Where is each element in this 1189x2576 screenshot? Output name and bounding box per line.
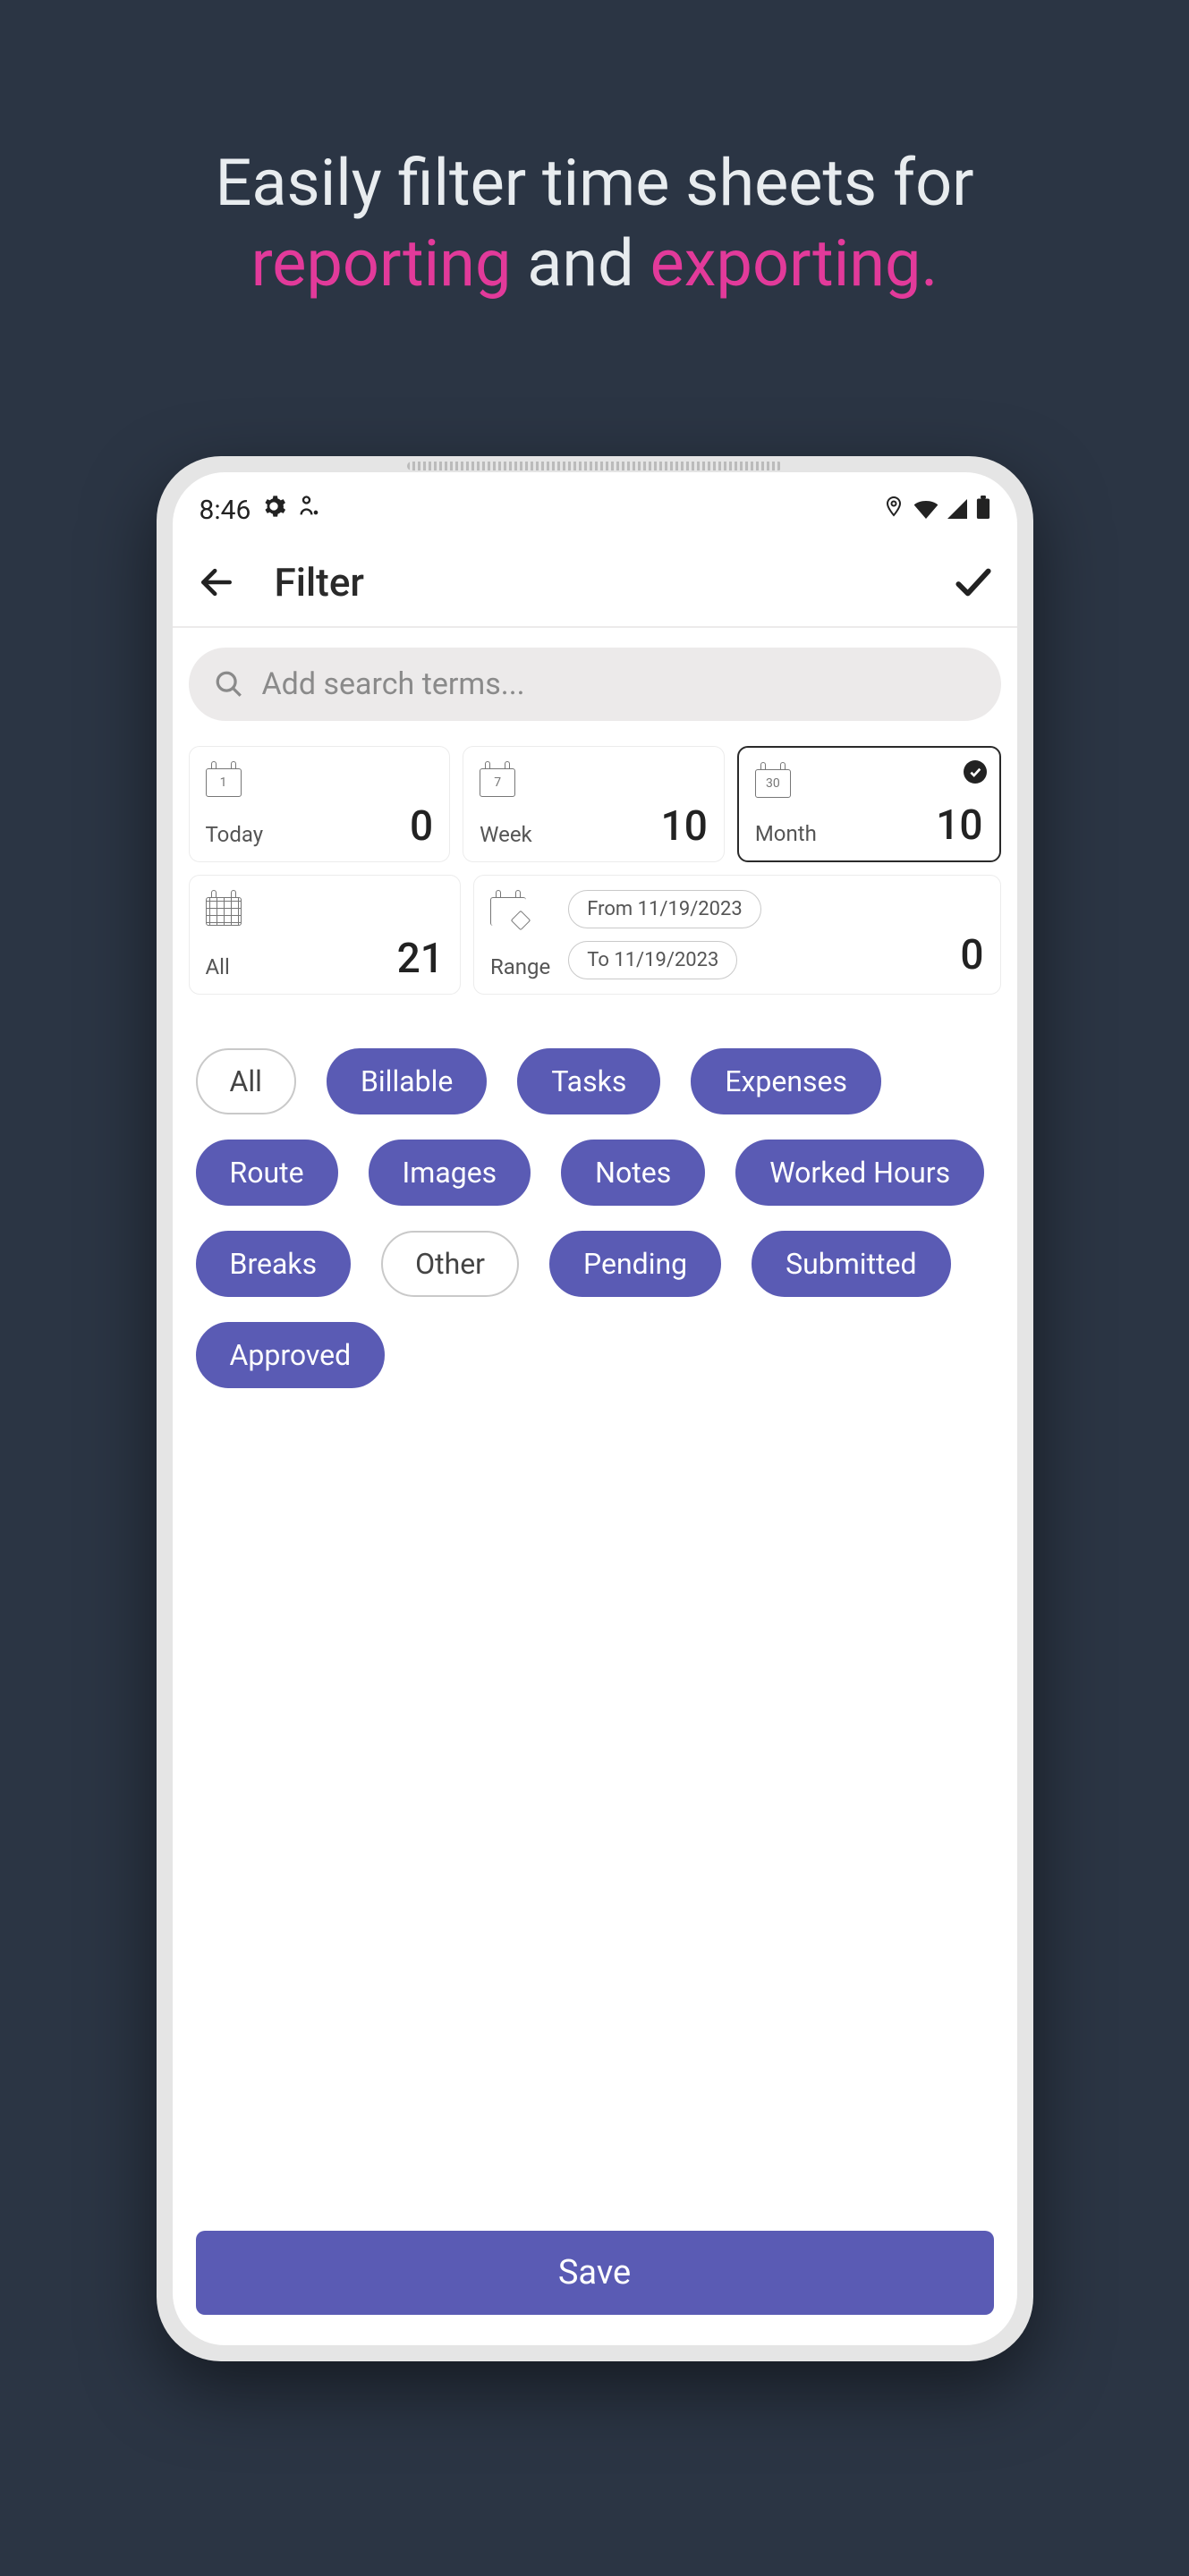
filter-chip-route[interactable]: Route [196,1140,338,1206]
filter-chip-all[interactable]: All [196,1048,296,1114]
back-button[interactable] [192,558,241,606]
period-value: 10 [661,806,708,847]
filter-chips: All Billable Tasks Expenses Route Images Notes… [196,1048,1001,1388]
filter-chip-other[interactable]: Other [381,1231,519,1297]
confirm-button[interactable] [949,558,998,606]
range-from-chip[interactable]: From 11/19/2023 [568,890,761,928]
headline-part3: and [511,225,650,301]
period-row-1: 1 Today 0 7 [189,746,1001,862]
period-value: 10 [936,805,982,846]
phone-speaker-notch [407,462,783,470]
period-card-all[interactable]: All 21 [189,875,461,995]
gear-icon [261,494,286,526]
filter-chip-tasks[interactable]: Tasks [517,1048,660,1114]
cell-signal-icon [947,495,967,526]
wifi-icon [913,495,938,526]
location-person-icon [297,494,322,526]
period-row-2: All 21 Range From 11/19/2023 To 11 [189,875,1001,995]
period-card-today[interactable]: 1 Today 0 [189,746,451,862]
status-time: 8:46 [200,495,251,526]
filter-chip-notes[interactable]: Notes [561,1140,705,1206]
status-bar: 8:46 [173,481,1017,538]
filter-chip-submitted[interactable]: Submitted [752,1231,950,1297]
filter-chip-billable[interactable]: Billable [327,1048,487,1114]
period-label: All [206,954,230,979]
period-value: 21 [397,938,444,979]
phone-frame: 8:46 [157,456,1033,2361]
page-title: Filter [275,559,915,606]
period-label: Today [206,822,264,847]
search-icon [214,669,244,699]
check-icon [951,560,996,605]
save-button[interactable]: Save [196,2231,994,2315]
selected-check-icon [964,760,987,784]
marketing-headline: Easily filter time sheets for reporting … [215,143,973,304]
search-input[interactable]: Add search terms... [189,648,1001,721]
search-placeholder: Add search terms... [262,666,525,702]
content-area: Add search terms... 1 Today 0 [173,628,1017,2345]
filter-chip-worked-hours[interactable]: Worked Hours [735,1140,984,1206]
period-label: Range [490,954,550,979]
period-label: Month [755,821,817,846]
calendar-edit-icon [490,890,526,926]
filter-chip-images[interactable]: Images [369,1140,531,1206]
headline-part2: reporting [251,225,512,301]
calendar-week-icon: 7 [480,761,515,797]
period-card-week[interactable]: 7 Week 10 [463,746,725,862]
arrow-left-icon [197,563,236,602]
filter-chip-approved[interactable]: Approved [196,1322,386,1388]
phone-screen: 8:46 [173,472,1017,2345]
headline-part4: exporting. [650,225,938,301]
app-header: Filter [173,538,1017,628]
filter-chip-expenses[interactable]: Expenses [691,1048,881,1114]
location-pin-icon [883,494,904,526]
headline-part1: Easily filter time sheets for [215,145,973,221]
filter-chip-pending[interactable]: Pending [549,1231,721,1297]
filter-chip-breaks[interactable]: Breaks [196,1231,352,1297]
period-card-month[interactable]: 30 Month 10 [737,746,1001,862]
period-value: 0 [410,806,433,847]
period-card-range[interactable]: Range From 11/19/2023 To 11/19/2023 0 [473,875,1001,995]
period-label: Week [480,822,532,847]
calendar-month-icon: 30 [755,762,791,798]
calendar-day-icon: 1 [206,761,242,797]
calendar-grid-icon [206,890,242,926]
period-value: 0 [960,931,983,979]
battery-icon [976,495,990,526]
range-to-chip[interactable]: To 11/19/2023 [568,941,737,979]
save-label: Save [558,2253,631,2292]
